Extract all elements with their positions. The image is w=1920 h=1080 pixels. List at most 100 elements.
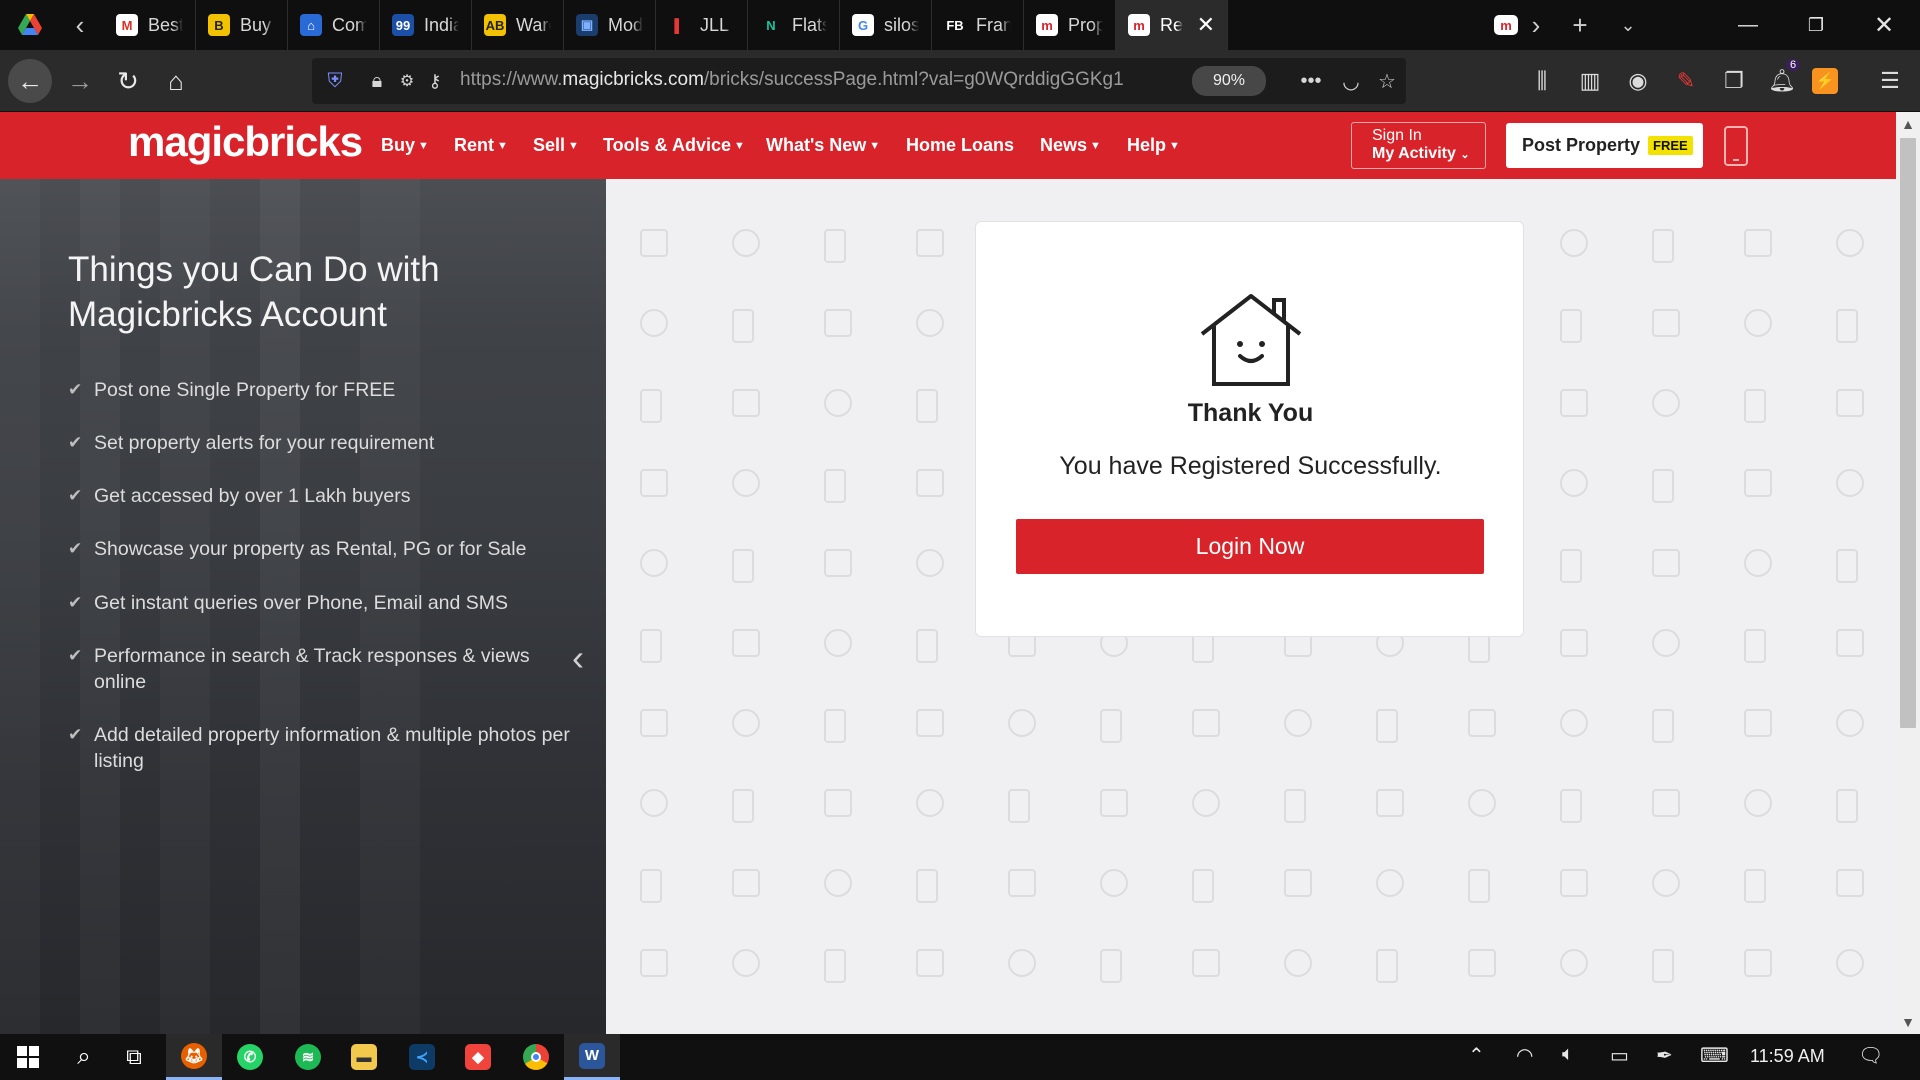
reload-icon[interactable]: ↻ xyxy=(106,59,150,103)
gmail-icon: M xyxy=(116,14,138,36)
collapse-panel-icon[interactable]: ‹ xyxy=(572,637,584,679)
nav-whats-new[interactable]: What's New ▼ xyxy=(766,135,880,156)
tracking-shield-icon[interactable]: ⛨ xyxy=(320,66,350,96)
browser-tab[interactable]: M Bestse xyxy=(104,0,196,50)
tab-scroll-left-icon[interactable]: ‹ xyxy=(58,0,102,50)
vscode-icon[interactable]: ≺ xyxy=(394,1034,450,1080)
background-property-icon xyxy=(824,469,846,503)
background-property-icon xyxy=(1560,629,1588,657)
spotify-icon[interactable]: ≋ xyxy=(280,1034,336,1080)
nav-home-loans[interactable]: Home Loans xyxy=(906,135,1014,156)
login-now-button[interactable]: Login Now xyxy=(1016,519,1484,574)
nav-news[interactable]: News ▼ xyxy=(1040,135,1101,156)
bookmark-star-icon[interactable]: ☆ xyxy=(1372,66,1402,96)
library-icon[interactable]: ⫼ xyxy=(1524,63,1560,99)
file-explorer-icon[interactable]: ▬ xyxy=(336,1034,392,1080)
new-tab-icon[interactable]: + xyxy=(1558,0,1602,50)
nav-tools-advice[interactable]: Tools & Advice ▼ xyxy=(603,135,745,156)
browser-tab[interactable]: m Proper xyxy=(1024,0,1116,50)
browser-tab[interactable]: ⌂ Comm xyxy=(288,0,380,50)
browser-tab[interactable]: B Buy M xyxy=(196,0,288,50)
scroll-down-icon[interactable]: ▼ xyxy=(1896,1010,1920,1034)
battery-icon[interactable]: ▭ xyxy=(1610,1043,1629,1068)
page-scrollbar[interactable]: ▲ ▼ xyxy=(1896,112,1920,1034)
tab-scroll-right-icon[interactable]: › xyxy=(1514,0,1558,50)
extension-notes-icon[interactable]: ❐ xyxy=(1716,63,1752,99)
volume-icon[interactable]: 🔈︎ xyxy=(1562,1043,1574,1066)
task-view-icon[interactable]: ⧉ xyxy=(106,1034,162,1080)
nav-sell[interactable]: Sell ▼ xyxy=(533,135,579,156)
browser-tab[interactable]: 99 India F xyxy=(380,0,472,50)
minimize-icon[interactable]: — xyxy=(1714,0,1782,50)
whatsapp-icon[interactable]: ✆ xyxy=(222,1034,278,1080)
wifi-icon[interactable]: ◠ xyxy=(1516,1043,1533,1068)
browser-tab-active[interactable]: m Re ✕ xyxy=(1116,0,1228,50)
page-actions-icon[interactable]: ••• xyxy=(1296,66,1326,96)
nav-buy[interactable]: Buy ▼ xyxy=(381,135,429,156)
extension-orange-icon[interactable]: ⚡ xyxy=(1812,68,1838,94)
pocket-icon[interactable]: ◡ xyxy=(1336,66,1366,96)
home-icon[interactable]: ⌂ xyxy=(154,59,198,103)
sign-in-dropdown[interactable]: Sign In My Activity ⌄ xyxy=(1351,122,1486,169)
browser-tab[interactable]: AB Wareh xyxy=(472,0,564,50)
browser-tab[interactable]: N Flats, F xyxy=(748,0,840,50)
background-property-icon xyxy=(640,629,662,663)
browser-tab[interactable]: Gsilos - xyxy=(840,0,932,50)
background-property-icon xyxy=(1836,549,1858,583)
key-icon[interactable]: ⚷ xyxy=(420,66,450,96)
tab-list-icon[interactable]: ⌄ xyxy=(1606,0,1650,50)
account-icon[interactable]: ◉ xyxy=(1620,63,1656,99)
close-window-icon[interactable]: ✕ xyxy=(1850,0,1918,50)
anydesk-icon[interactable]: ◆ xyxy=(450,1034,506,1080)
pen-icon[interactable]: ✒ xyxy=(1656,1043,1673,1068)
back-icon[interactable]: ← xyxy=(8,59,52,103)
post-property-button[interactable]: Post Property FREE xyxy=(1506,123,1703,168)
taskbar-clock[interactable]: 11:59 AM xyxy=(1750,1046,1825,1067)
forward-icon[interactable]: → xyxy=(58,59,102,103)
browser-tab[interactable]: ▌ JLL - P xyxy=(656,0,748,50)
gdrive-icon[interactable] xyxy=(8,0,52,50)
scroll-thumb[interactable] xyxy=(1900,138,1916,728)
mobile-app-icon[interactable] xyxy=(1724,126,1748,166)
browser-tab[interactable]: FB Franch xyxy=(932,0,1024,50)
background-property-icon xyxy=(1652,229,1674,263)
chevron-down-icon: ▼ xyxy=(734,140,745,152)
lock-icon[interactable]: 🔒︎ xyxy=(362,66,392,96)
permissions-icon[interactable]: ⚙ xyxy=(392,66,422,96)
menu-hamburger-icon[interactable]: ☰ xyxy=(1872,63,1908,99)
scroll-up-icon[interactable]: ▲ xyxy=(1896,112,1920,136)
word-icon[interactable]: W xyxy=(564,1034,620,1080)
nav-rent[interactable]: Rent ▼ xyxy=(454,135,508,156)
check-icon: ✔ xyxy=(68,380,83,399)
background-property-icon xyxy=(640,229,668,257)
chrome-icon[interactable] xyxy=(508,1034,564,1080)
tab-label: Proper xyxy=(1068,14,1103,35)
bars-icon: ▌ xyxy=(668,14,690,36)
zoom-level-badge[interactable]: 90% xyxy=(1192,66,1266,96)
magicbricks-logo[interactable]: magicbricks xyxy=(128,118,363,166)
sidebar-icon[interactable]: ▥ xyxy=(1572,63,1608,99)
background-property-icon xyxy=(916,709,944,737)
firefox-icon[interactable]: 🦊︎ xyxy=(166,1034,222,1080)
keyboard-icon[interactable]: ⌨ xyxy=(1700,1043,1729,1068)
nav-help[interactable]: Help ▼ xyxy=(1127,135,1180,156)
action-center-icon[interactable]: 🗨︎ xyxy=(1858,1043,1883,1068)
browser-tab[interactable]: ▣ Moder xyxy=(564,0,656,50)
restore-icon[interactable]: ❐ xyxy=(1782,0,1850,50)
search-icon[interactable]: ⌕ xyxy=(56,1034,112,1080)
windows-start-icon[interactable] xyxy=(0,1034,56,1080)
benefit-item: ✔ Get instant queries over Phone, Email a… xyxy=(68,592,509,614)
address-bar[interactable]: ⛨ 🔒︎ ⚙ ⚷ https://www.magicbricks.com/bri… xyxy=(312,58,1406,104)
url-text[interactable]: https://www.magicbricks.com/bricks/succe… xyxy=(460,69,1180,91)
chevron-down-icon: ▼ xyxy=(497,140,508,152)
background-property-icon xyxy=(1744,549,1772,577)
tab-label: silos - xyxy=(884,14,919,35)
magicbricks-icon: m xyxy=(1128,14,1150,36)
tray-overflow-icon[interactable]: ⌃ xyxy=(1468,1043,1485,1068)
close-tab-icon[interactable]: ✕ xyxy=(1197,12,1215,38)
extension-red-icon[interactable]: ✎ xyxy=(1668,63,1704,99)
tab-label: Moder xyxy=(608,14,643,35)
benefits-title: Things you Can Do with Magicbricks Accou… xyxy=(68,250,440,334)
success-card: Thank You You have Registered Successful… xyxy=(975,221,1524,637)
notifications-icon[interactable]: 🔔︎ 6 xyxy=(1764,59,1801,99)
